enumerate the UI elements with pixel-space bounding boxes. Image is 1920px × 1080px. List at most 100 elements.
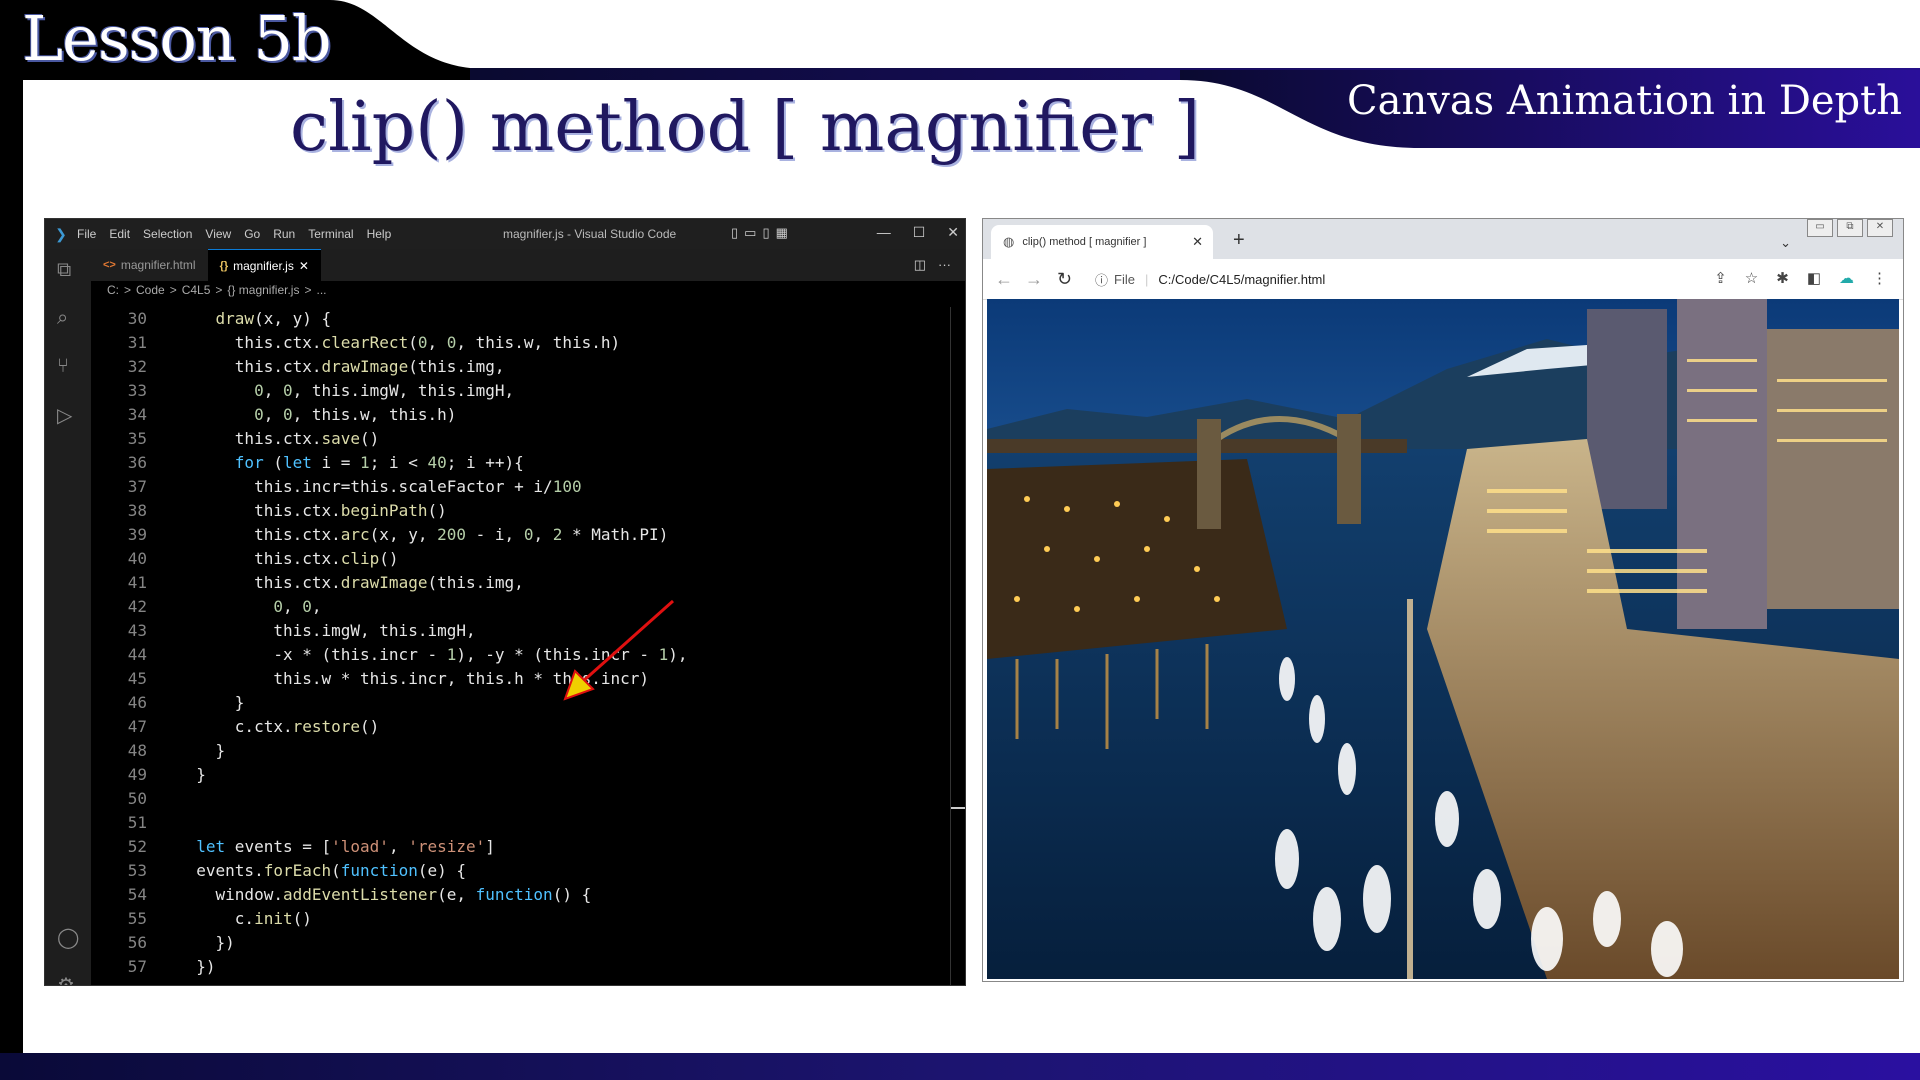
sidepanel-icon[interactable]: ◧ [1807, 269, 1821, 287]
search-icon[interactable]: ⌕ [57, 307, 68, 330]
tab-magnifier-js[interactable]: {} magnifier.js ✕ [207, 249, 321, 282]
account-icon[interactable]: ◯ [57, 925, 79, 950]
code-line[interactable]: 37 this.incr=this.scaleFactor + i/100 [91, 475, 951, 499]
browser-actions: ⇪ ☆ ✱ ◧ ☁ ⋮ [1714, 269, 1887, 287]
breadcrumb-item[interactable]: C: [107, 283, 119, 297]
layout-controls[interactable]: ▯ ▭ ▯ ▦ [731, 225, 788, 241]
code-text: } [177, 741, 226, 760]
share-icon[interactable]: ⇪ [1714, 269, 1727, 287]
line-number: 56 [127, 933, 147, 952]
menu-item-terminal[interactable]: Terminal [308, 227, 353, 241]
info-icon[interactable]: ⓘ [1095, 270, 1108, 289]
tab-magnifier-html[interactable]: <> magnifier.html [91, 249, 208, 281]
code-line[interactable]: 43 this.imgW, this.imgH, [91, 619, 951, 643]
code-line[interactable]: 45 this.w * this.incr, this.h * this.inc… [91, 667, 951, 691]
code-text: this.incr=this.scaleFactor + i/100 [177, 477, 582, 496]
line-number: 38 [127, 501, 147, 520]
menu-icon[interactable]: ⋮ [1872, 269, 1887, 287]
more-actions-icon[interactable]: ··· [938, 257, 951, 273]
gear-icon[interactable]: ⚙ [57, 973, 75, 985]
new-tab-icon[interactable]: + [1233, 229, 1245, 252]
code-line[interactable]: 36 for (let i = 1; i < 40; i ++){ [91, 451, 951, 475]
magnifier-canvas[interactable] [987, 299, 1899, 979]
menu-item-go[interactable]: Go [244, 227, 260, 241]
code-line[interactable]: 53 events.forEach(function(e) { [91, 859, 951, 883]
menu-item-selection[interactable]: Selection [143, 227, 192, 241]
back-icon[interactable]: ← [995, 269, 1013, 290]
minimize-icon[interactable]: — [877, 224, 891, 241]
code-line[interactable]: 40 this.ctx.clip() [91, 547, 951, 571]
menu-item-file[interactable]: File [77, 227, 96, 241]
close-tab-icon[interactable]: ✕ [1192, 234, 1203, 250]
files-icon[interactable]: ⧉ [57, 259, 71, 282]
reload-icon[interactable]: ↻ [1057, 269, 1072, 290]
editor-tabs: <> magnifier.html {} magnifier.js ✕ ◫ ··… [91, 249, 965, 282]
line-number: 53 [127, 861, 147, 880]
line-number: 52 [127, 837, 147, 856]
menu-bar: File Edit Selection View Go Run Terminal Help [77, 227, 391, 241]
code-line[interactable]: 35 this.ctx.save() [91, 427, 951, 451]
breadcrumb-item[interactable]: Code [136, 283, 165, 297]
window-controls: — ☐ ✕ [877, 224, 959, 241]
code-line[interactable]: 49 } [91, 763, 951, 787]
code-line[interactable]: 33 0, 0, this.imgW, this.imgH, [91, 379, 951, 403]
line-number: 36 [127, 453, 147, 472]
line-number: 47 [127, 717, 147, 736]
run-debug-icon[interactable]: ▷ [57, 403, 72, 428]
extensions-icon[interactable]: ✱ [1776, 269, 1789, 287]
breadcrumb-item[interactable]: ... [316, 283, 326, 297]
code-text: this.ctx.save() [177, 429, 380, 448]
code-line[interactable]: 54 window.addEventListener(e, function()… [91, 883, 951, 907]
code-line[interactable]: 55 c.init() [91, 907, 951, 931]
code-line[interactable]: 48 } [91, 739, 951, 763]
split-editor-icon[interactable]: ◫ [914, 257, 926, 273]
breadcrumb-item[interactable]: C4L5 [182, 283, 211, 297]
chevron-down-icon[interactable]: ⌄ [1780, 235, 1791, 251]
browser-tab[interactable]: ◍ clip() method [ magnifier ] ✕ [991, 225, 1213, 259]
breadcrumb-item[interactable]: {} magnifier.js [227, 283, 299, 297]
code-line[interactable]: 52 let events = ['load', 'resize'] [91, 835, 951, 859]
menu-item-help[interactable]: Help [367, 227, 392, 241]
line-number: 34 [127, 405, 147, 424]
code-line[interactable]: 34 0, 0, this.w, this.h) [91, 403, 951, 427]
close-tab-icon[interactable]: ✕ [299, 259, 309, 273]
code-text: this.ctx.drawImage(this.img, [177, 573, 524, 592]
code-line[interactable]: 44 -x * (this.incr - 1), -y * (this.incr… [91, 643, 951, 667]
profile-icon[interactable]: ☁ [1839, 269, 1854, 287]
code-text: this.ctx.clearRect(0, 0, this.w, this.h) [177, 333, 621, 352]
editor-scrollbar[interactable] [950, 307, 965, 985]
code-line[interactable]: 39 this.ctx.arc(x, y, 200 - i, 0, 2 * Ma… [91, 523, 951, 547]
close-icon[interactable]: ✕ [1867, 219, 1893, 237]
menu-item-run[interactable]: Run [273, 227, 295, 241]
code-line[interactable]: 46 } [91, 691, 951, 715]
code-editor[interactable]: 30 draw(x, y) {31 this.ctx.clearRect(0, … [91, 307, 951, 985]
minimize-icon[interactable]: ▭ [1807, 219, 1833, 237]
code-line[interactable]: 38 this.ctx.beginPath() [91, 499, 951, 523]
close-icon[interactable]: ✕ [947, 224, 959, 241]
code-text: this.ctx.beginPath() [177, 501, 447, 520]
code-line[interactable]: 42 0, 0, [91, 595, 951, 619]
scrollbar-thumb[interactable] [951, 807, 965, 809]
maximize-icon[interactable]: ☐ [913, 224, 926, 241]
address-bar[interactable]: ⓘ File | C:/Code/C4L5/magnifier.html [1095, 265, 1595, 293]
code-line[interactable]: 41 this.ctx.drawImage(this.img, [91, 571, 951, 595]
menu-item-edit[interactable]: Edit [109, 227, 130, 241]
code-line[interactable]: 30 draw(x, y) { [91, 307, 951, 331]
code-line[interactable]: 31 this.ctx.clearRect(0, 0, this.w, this… [91, 331, 951, 355]
code-line[interactable]: 47 c.ctx.restore() [91, 715, 951, 739]
line-number: 46 [127, 693, 147, 712]
forward-icon[interactable]: → [1025, 269, 1043, 290]
menu-item-view[interactable]: View [205, 227, 231, 241]
restore-icon[interactable]: ⧉ [1837, 219, 1863, 237]
code-line[interactable]: 50 [91, 787, 951, 811]
code-line[interactable]: 56 }) [91, 931, 951, 955]
star-icon[interactable]: ☆ [1745, 269, 1758, 287]
slide-bottom-bar [0, 1053, 1920, 1080]
code-line[interactable]: 32 this.ctx.drawImage(this.img, [91, 355, 951, 379]
code-line[interactable]: 57 }) [91, 955, 951, 979]
code-line[interactable]: 51 [91, 811, 951, 835]
line-number: 32 [127, 357, 147, 376]
code-text: draw(x, y) { [215, 309, 332, 328]
source-control-icon[interactable]: ⑂ [57, 355, 69, 378]
line-number: 35 [127, 429, 147, 448]
